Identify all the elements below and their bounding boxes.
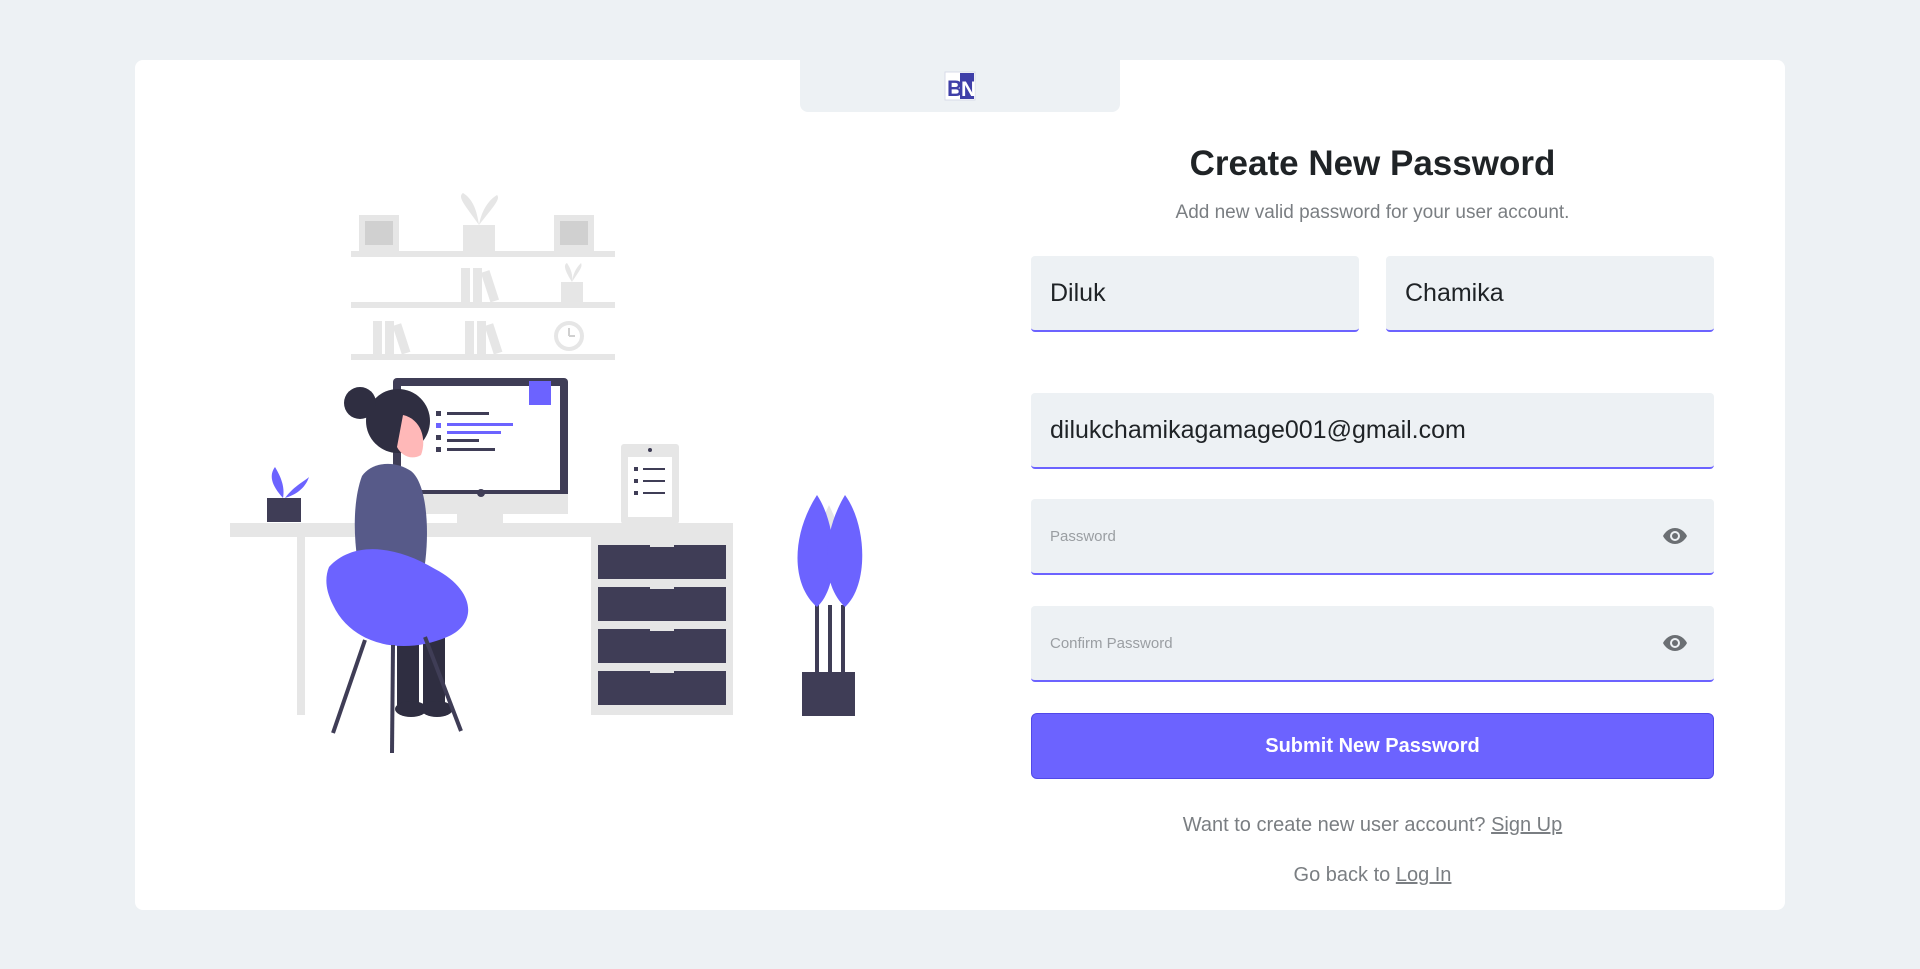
first-name-value: Diluk bbox=[1050, 278, 1106, 307]
logo: B N bbox=[944, 71, 976, 101]
desk-plant bbox=[267, 467, 309, 522]
svg-text:N: N bbox=[961, 78, 976, 101]
confirm-password-placeholder: Confirm Password bbox=[1050, 634, 1173, 652]
workspace-illustration bbox=[230, 193, 863, 754]
shelf-decor bbox=[351, 193, 615, 360]
tablet bbox=[621, 444, 679, 524]
login-link[interactable]: Log In bbox=[1396, 864, 1452, 886]
email-field[interactable]: dilukchamikagamage001@gmail.com bbox=[1031, 393, 1714, 469]
confirm-password-field[interactable]: Confirm Password bbox=[1031, 606, 1714, 682]
desk bbox=[230, 523, 733, 715]
floor-plant bbox=[797, 495, 863, 716]
page-title: Create New Password bbox=[1189, 144, 1556, 183]
last-name-field[interactable]: Chamika bbox=[1386, 256, 1714, 332]
logo-tab: B N bbox=[800, 60, 1120, 112]
login-prompt-line: Go back to Log In bbox=[1031, 862, 1714, 888]
eye-icon[interactable] bbox=[1662, 634, 1688, 652]
password-placeholder: Password bbox=[1050, 527, 1116, 545]
page-subtitle: Add new valid password for your user acc… bbox=[1175, 202, 1570, 223]
signup-link[interactable]: Sign Up bbox=[1491, 814, 1562, 836]
signup-prompt-text: Want to create new user account? bbox=[1182, 814, 1486, 836]
submit-new-password-button[interactable]: Submit New Password bbox=[1031, 713, 1714, 779]
eye-icon[interactable] bbox=[1662, 527, 1688, 545]
reset-password-form: Create New Password Add new valid passwo… bbox=[1031, 140, 1714, 888]
login-prompt-text: Go back to bbox=[1293, 864, 1391, 886]
email-value: dilukchamikagamage001@gmail.com bbox=[1050, 415, 1466, 444]
last-name-value: Chamika bbox=[1405, 278, 1504, 307]
password-field[interactable]: Password bbox=[1031, 499, 1714, 575]
first-name-field[interactable]: Diluk bbox=[1031, 256, 1359, 332]
name-row: Diluk Chamika bbox=[1031, 256, 1714, 332]
signup-prompt-line: Want to create new user account? Sign Up bbox=[1031, 812, 1714, 838]
